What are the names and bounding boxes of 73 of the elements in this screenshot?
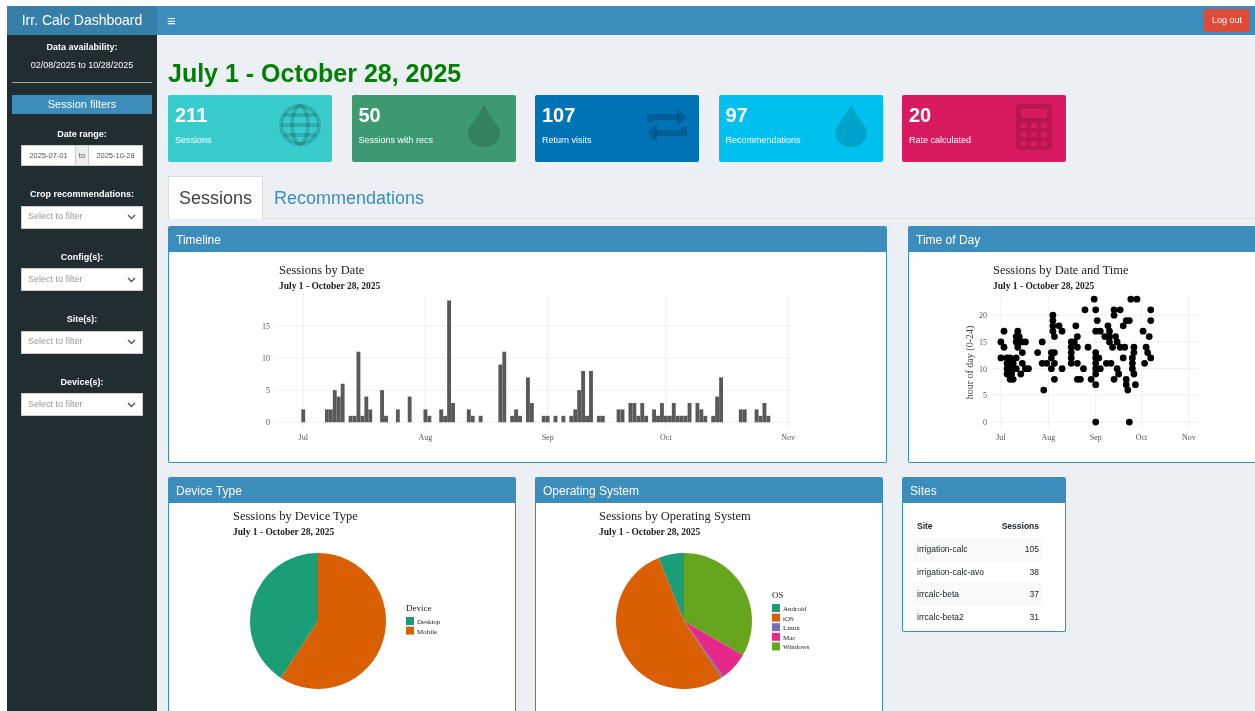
logout-button[interactable]: Log out [1203,8,1250,33]
page-title: July 1 - October 28, 2025 [168,58,463,89]
chart-subtitle: July 1 - October 28, 2025 [599,527,701,537]
chart-subtitle: July 1 - October 28, 2025 [233,527,335,537]
panel-header: Time of Day [909,226,1255,252]
axis-title: hour of day (0-24) [964,325,975,400]
field-label: Device(s): [59,375,105,389]
chart-title: Sessions by Operating System [599,509,751,523]
axis-tick-label: Nov [781,433,795,442]
table-cell: irrigation-calc-avo [913,560,995,584]
axis-tick-label: Jul [298,433,308,442]
panel-header: Device Type [169,477,515,503]
axis-tick-label: Jul [996,433,1006,442]
field-label: Site(s): [65,313,99,326]
select-field[interactable]: Select to filter [21,205,143,229]
stat-value: 107 [542,103,576,128]
stat-label: Recommendations [725,134,802,147]
axis-tick-label: Oct [660,433,672,442]
stat-value: 50 [358,103,381,128]
table-cell: 37 [994,583,1043,606]
axis-tick-label: 20 [979,311,987,321]
table-cell: irrcalc-beta2 [913,606,995,629]
axis-tick-label: 15 [262,322,270,332]
select-field[interactable]: Select to filter [21,268,143,291]
select-field[interactable]: Select to filter [21,330,143,354]
axis-tick-label: 10 [979,364,987,374]
tab[interactable]: Recommendations [263,176,436,219]
chart-subtitle: July 1 - October 28, 2025 [279,281,381,291]
axis-tick-label: 5 [266,386,270,396]
stat-value: 211 [175,103,208,128]
table-cell: irrigation-calc [913,537,995,561]
axis-tick-label: 0 [266,418,270,428]
availability-range: 02/08/2025 to 10/28/2025 [29,58,135,72]
axis-tick-label: Nov [1182,433,1196,442]
table-cell: 38 [994,560,1043,584]
axis-tick-label: 5 [983,391,987,401]
stat-value: 97 [725,103,748,128]
chart-subtitle: July 1 - October 28, 2025 [993,281,1095,291]
table-cell: 105 [994,537,1043,561]
axis-tick-label: Sep [541,433,554,442]
panel-header: Sites [903,477,1065,503]
stat-value: 20 [909,103,932,128]
availability-label: Data availability: [45,41,119,54]
tab[interactable]: Sessions [168,176,264,219]
field-label: Date range: [56,127,108,141]
axis-tick-label: Aug [1041,433,1056,442]
stat-label: Sessions with recs [358,134,435,147]
select-field[interactable]: Select to filter [21,393,143,416]
axis-tick-label: Sep [1089,433,1102,442]
axis-tick-label: Aug [418,433,433,442]
stat-label: Rate calculated [909,134,973,147]
legend-title: Device [406,603,432,613]
app-title: Irr. Calc Dashboard [7,6,157,35]
field-label: Crop recommendations: [29,188,135,201]
axis-tick-label: 0 [983,418,987,428]
axis-tick-label: 15 [979,337,987,347]
panel-header: Timeline [169,226,886,252]
axis-tick-label: 10 [262,354,270,364]
table-cell: irrcalc-beta [913,583,995,606]
legend-title: OS [772,590,784,600]
field-label: Config(s): [59,250,105,264]
stat-label: Return visits [542,134,593,147]
chart-title: Sessions by Date and Time [993,263,1129,277]
section-header: Session filters [12,95,152,114]
chart-title: Sessions by Date [279,263,365,277]
table-cell: 31 [994,606,1043,629]
axis-tick-label: Oct [1135,433,1148,442]
stat-label: Sessions [175,134,213,147]
menu-button[interactable]: ≡ [163,13,180,28]
column-header: Site [913,515,995,538]
column-header: Sessions [994,515,1043,538]
panel-header: Operating System [536,477,882,503]
chart-title: Sessions by Device Type [233,509,358,523]
